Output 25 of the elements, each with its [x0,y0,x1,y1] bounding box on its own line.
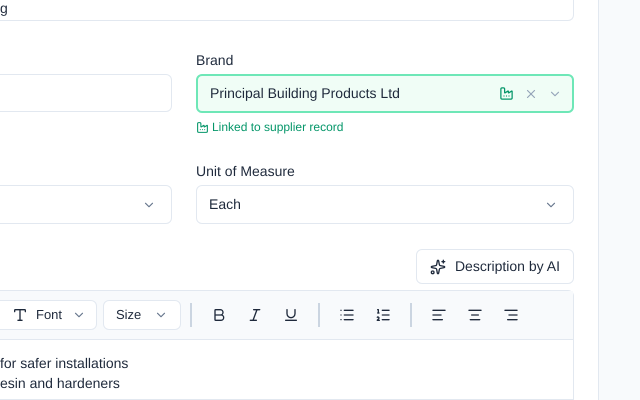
factory-icon [196,120,209,134]
italic-icon [247,307,263,323]
editor-text-line: esin and hardeners [0,374,120,393]
select-field[interactable] [0,185,172,224]
unit-select[interactable]: Each [196,185,574,224]
sparkles-icon [430,258,446,274]
size-dropdown[interactable]: Size [103,300,181,330]
align-center-icon [467,307,483,323]
text-icon [12,307,28,323]
brand-select[interactable]: Principal Building Products Ltd [196,74,574,113]
underline-icon [283,307,299,323]
bulleted-list-icon [339,307,355,323]
numbered-list-icon [375,307,391,323]
linked-note: Linked to supplier record [212,119,344,136]
ai-description-button[interactable]: Description by AI [416,249,574,284]
field-label: Unit of Measure [196,162,296,181]
field-value: g [0,1,8,15]
input-field[interactable] [0,74,172,112]
align-left-icon [431,307,447,323]
text-field[interactable]: g [0,0,574,21]
align-right-icon [503,307,519,323]
editor-text-line: for safer installations [0,354,128,373]
font-dropdown[interactable]: Font [0,300,97,330]
field-label: Brand [196,51,234,70]
factory-icon [499,86,514,101]
